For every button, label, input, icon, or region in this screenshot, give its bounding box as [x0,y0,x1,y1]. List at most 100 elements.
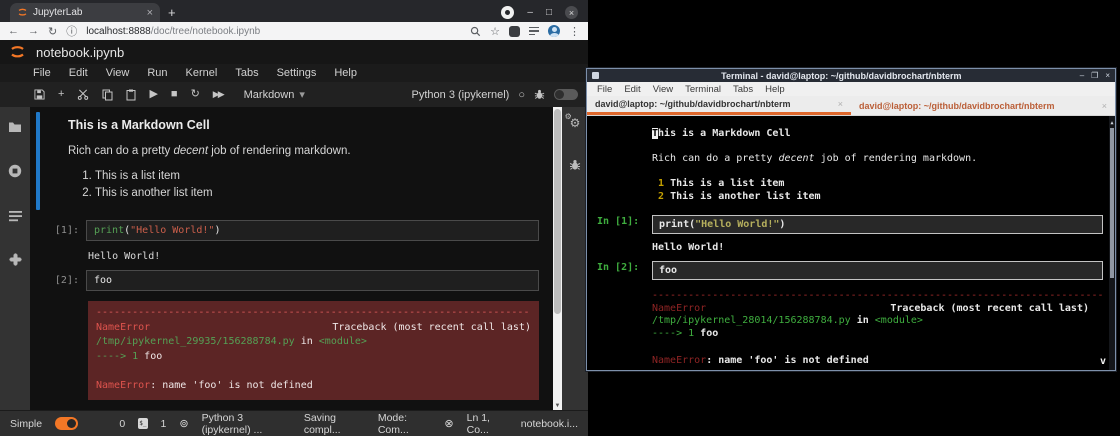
file-browser-icon[interactable] [8,120,22,138]
nbterm-code-cell-2[interactable]: In [2]: foo [597,261,1103,280]
debugger-toggle[interactable] [554,89,578,100]
nbterm-prompt: In [1]: [597,215,652,228]
nbterm-code-input[interactable]: print("Hello World!") [652,215,1103,234]
terminal-scrollbar-thumb[interactable] [1110,128,1114,278]
browser-tab[interactable]: JupyterLab × [10,3,160,22]
terminal-titlebar[interactable]: Terminal - david@laptop: ~/github/davidb… [587,69,1115,82]
markdown-cell[interactable]: This is a Markdown Cell Rich can do a pr… [30,107,553,216]
add-cell-button[interactable]: + [58,89,64,100]
cell-type-dropdown[interactable]: Markdown ▾ [244,88,305,101]
error-output: ----------------------------------------… [88,301,539,400]
markdown-heading: This is a Markdown Cell [68,118,539,132]
minimize-icon[interactable]: – [527,8,533,18]
code-input[interactable]: foo [86,270,539,291]
nbterm-code-cell-1[interactable]: In [1]: print("Hello World!") [597,215,1103,234]
profile-avatar[interactable] [548,25,560,37]
site-info-icon[interactable]: ⓘ [66,23,77,39]
error-message: : name 'foo' is not defined [150,380,313,391]
address-bar[interactable]: localhost:8888/doc/tree/notebook.ipynb [86,26,260,37]
tab-close-icon[interactable]: × [1102,101,1107,111]
running-kernels-icon[interactable] [8,164,22,183]
close-icon[interactable]: × [565,6,578,19]
notebook-title: notebook.ipynb [36,45,124,60]
terminal-close-icon[interactable]: × [1105,71,1110,80]
notification-icon[interactable]: ⊗ [444,417,453,430]
extension-manager-icon[interactable] [9,253,22,271]
property-inspector-icon[interactable]: ⚙⚙ [570,116,581,130]
scrollbar-down-icon[interactable]: ▼ [553,403,562,409]
debugger-icon[interactable] [569,158,581,176]
kernel-status-text[interactable]: Python 3 (ipykernel) ... [202,412,291,436]
simple-mode-toggle[interactable] [55,417,78,430]
markdown-list: This is a list item This is another list… [95,170,539,199]
table-of-contents-icon[interactable] [9,209,22,227]
copy-cells-button[interactable] [102,89,113,101]
menu-run[interactable]: Run [138,67,176,79]
save-button[interactable] [34,89,45,100]
code-cell-2[interactable]: [2]: foo [30,270,539,291]
cursor-position[interactable]: Ln 1, Co... [467,412,508,436]
nbterm-list-item: 1 This is a list item [652,177,1103,190]
tab-close-icon[interactable]: × [838,99,843,109]
back-icon[interactable]: ← [8,25,19,37]
restart-run-all-button[interactable]: ▶▶ [213,89,223,100]
error-divider: ----------------------------------------… [652,290,1103,303]
menu-file[interactable]: File [24,67,60,79]
menu-tabs[interactable]: Tabs [226,67,267,79]
run-cell-button[interactable]: ▶ [149,89,157,100]
media-control-button[interactable] [501,6,514,19]
kernel-name[interactable]: Python 3 (ipykernel) [412,89,510,101]
nbterm-scroll-indicator: v [1100,355,1106,368]
forward-icon[interactable]: → [28,25,39,37]
filename-status: notebook.i... [521,418,578,430]
notebook-scrollbar[interactable]: ▼ [553,107,562,410]
browser-menu-icon[interactable]: ⋮ [569,25,580,38]
bug-icon[interactable] [534,89,545,100]
tmenu-terminal[interactable]: Terminal [679,84,727,95]
error-file-path: /tmp/ipykernel_29935/156288784.py [96,336,295,347]
error-message: : name 'foo' is not defined [706,355,869,366]
tmenu-view[interactable]: View [647,84,679,95]
error-divider: ----------------------------------------… [96,306,531,321]
zoom-icon[interactable] [470,26,481,37]
terminal-tab-active[interactable]: david@laptop: ~/github/davidbrochart/nbt… [587,96,851,115]
tmenu-help[interactable]: Help [759,84,791,95]
reading-list-icon[interactable] [529,27,539,36]
menu-edit[interactable]: Edit [60,67,97,79]
cut-cells-button[interactable] [77,89,89,100]
menu-help[interactable]: Help [325,67,366,79]
tmenu-tabs[interactable]: Tabs [727,84,759,95]
new-tab-button[interactable]: + [168,5,176,22]
menu-settings[interactable]: Settings [268,67,326,79]
menu-kernel[interactable]: Kernel [177,67,227,79]
kernels-count: 1 [161,418,167,430]
reload-icon[interactable]: ↻ [48,25,57,38]
terminal-scrollbar[interactable]: ▲ [1109,116,1115,370]
terminal-tabbar: david@laptop: ~/github/davidbrochart/nbt… [587,96,1115,116]
menu-view[interactable]: View [97,67,139,79]
extension-icon[interactable] [509,26,520,37]
notebook-panel: This is a Markdown Cell Rich can do a pr… [30,107,553,410]
selected-cell-indicator [36,112,40,210]
interrupt-kernel-button[interactable]: ■ [171,89,178,100]
status-bar: Simple 0 $_ 1 ⊚ Python 3 (ipykernel) ...… [0,410,588,436]
terminal-restore-icon[interactable]: ❐ [1091,71,1098,80]
maximize-icon[interactable]: □ [546,8,552,18]
bookmark-star-icon[interactable]: ☆ [490,25,500,38]
terminal-minimize-icon[interactable]: – [1080,71,1084,80]
tmenu-file[interactable]: File [591,84,618,95]
kernel-icon: ⊚ [179,417,188,430]
execution-prompt: [1]: [30,220,86,236]
code-input[interactable]: print("Hello World!") [86,220,539,241]
paste-cells-button[interactable] [126,89,136,101]
terminal-tab-inactive[interactable]: david@laptop: ~/github/davidbrochart/nbt… [851,96,1115,115]
code-cell-1[interactable]: [1]: print("Hello World!") [30,220,539,241]
terminal-content[interactable]: This is a Markdown Cell Rich can do a pr… [587,116,1115,370]
restart-kernel-button[interactable]: ↻ [191,89,200,100]
tmenu-edit[interactable]: Edit [618,84,646,95]
scrollbar-thumb[interactable] [554,109,561,314]
nbterm-md-paragraph: Rich can do a pretty decent job of rende… [652,152,1103,165]
mode-indicator[interactable]: Mode: Com... [378,412,432,436]
nbterm-code-input[interactable]: foo [652,261,1103,280]
tab-close-icon[interactable]: × [147,7,153,19]
